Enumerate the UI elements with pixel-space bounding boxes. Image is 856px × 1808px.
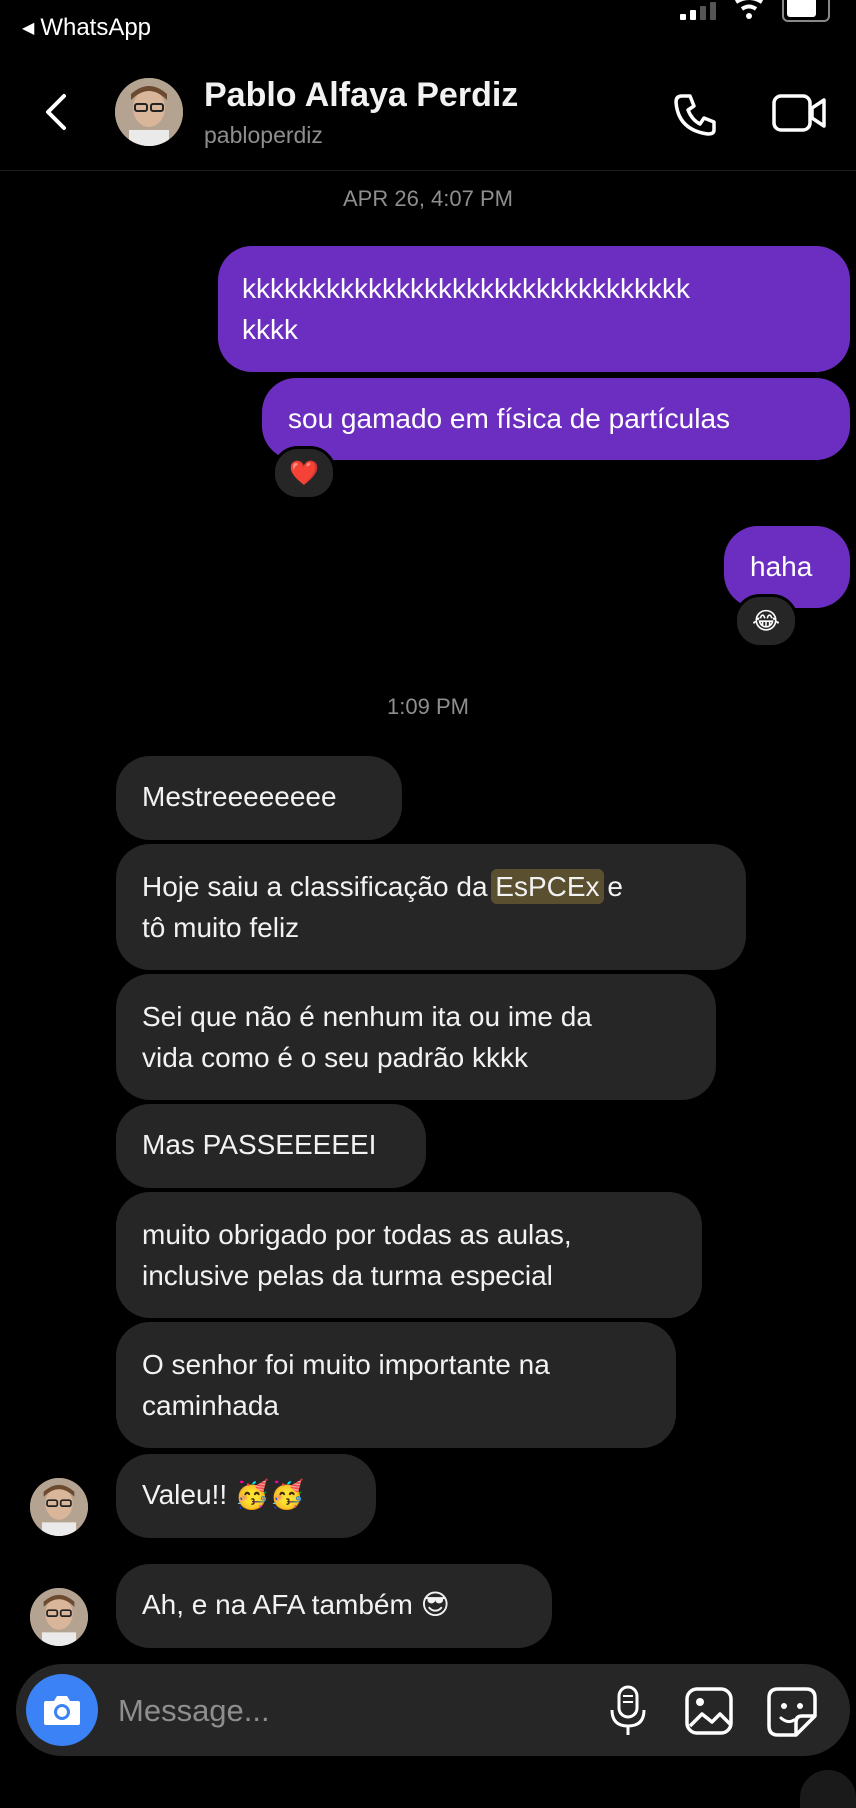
- message-text: Ah, e na AFA também 😎: [142, 1589, 450, 1620]
- sender-avatar[interactable]: [30, 1478, 88, 1536]
- sticker-icon[interactable]: [766, 1686, 818, 1738]
- incoming-message[interactable]: Hoje saiu a classificação da EsPCEx e tô…: [116, 844, 746, 970]
- outgoing-message[interactable]: sou gamado em física de partículas: [262, 378, 850, 460]
- message-text: kkkk: [242, 314, 298, 345]
- message-text: kkkkkkkkkkkkkkkkkkkkkkkkkkkkkkkk: [242, 273, 690, 304]
- battery-icon: [782, 0, 830, 22]
- camera-icon: [44, 1696, 80, 1725]
- incoming-message[interactable]: Valeu!! 🥳🥳: [116, 1454, 376, 1538]
- incoming-message[interactable]: Mas PASSEEEEEI: [116, 1104, 426, 1188]
- back-triangle-icon: ◀: [22, 20, 35, 37]
- message-text: caminhada: [142, 1390, 279, 1421]
- highlighted-term[interactable]: EsPCEx: [491, 869, 604, 904]
- microphone-icon[interactable]: [606, 1684, 650, 1738]
- back-chevron-icon[interactable]: [38, 92, 78, 132]
- back-app-label: WhatsApp: [40, 14, 152, 41]
- message-text: inclusive pelas da turma especial: [142, 1260, 553, 1291]
- incoming-message[interactable]: Sei que não é nenhum ita ou ime da vida …: [116, 974, 716, 1100]
- video-call-icon[interactable]: [772, 92, 826, 134]
- message-text: Hoje saiu a classificação da EsPCEx e: [142, 869, 623, 904]
- gallery-icon[interactable]: [684, 1686, 734, 1736]
- outgoing-message[interactable]: haha: [724, 526, 850, 608]
- message-text: O senhor foi muito importante na: [142, 1349, 550, 1380]
- laugh-reaction[interactable]: 😂: [734, 594, 798, 648]
- message-text: Valeu!! 🥳🥳: [142, 1479, 305, 1510]
- heart-reaction[interactable]: ❤️: [272, 446, 336, 500]
- contact-username: pabloperdiz: [204, 122, 323, 148]
- message-text: sou gamado em física de partículas: [288, 403, 731, 434]
- message-text: muito obrigado por todas as aulas,: [142, 1219, 572, 1250]
- incoming-message[interactable]: O senhor foi muito importante na caminha…: [116, 1322, 676, 1448]
- message-text: Mestreeeeeeee: [142, 781, 337, 812]
- outgoing-message[interactable]: kkkkkkkkkkkkkkkkkkkkkkkkkkkkkkkk kkkk: [218, 246, 850, 372]
- incoming-message[interactable]: Ah, e na AFA também 😎: [116, 1564, 552, 1648]
- camera-button[interactable]: [26, 1674, 98, 1746]
- back-to-app-link[interactable]: ◀ WhatsApp: [22, 14, 151, 42]
- status-icons: [680, 0, 830, 22]
- wifi-icon: [734, 0, 764, 19]
- message-input[interactable]: [116, 1686, 580, 1736]
- message-text: haha: [750, 551, 813, 582]
- contact-avatar[interactable]: [115, 78, 183, 146]
- message-text: Mas PASSEEEEEI: [142, 1129, 377, 1160]
- message-text: vida como é o seu padrão kkkk: [142, 1042, 528, 1073]
- phone-call-icon[interactable]: [672, 90, 720, 138]
- message-text: tô muito feliz: [142, 912, 300, 943]
- incoming-message[interactable]: Mestreeeeeeee: [116, 756, 402, 840]
- contact-name[interactable]: Pablo Alfaya Perdiz: [204, 76, 518, 115]
- timestamp: 1:09 PM: [387, 694, 469, 719]
- scan-text-icon[interactable]: [800, 1770, 856, 1808]
- timestamp: APR 26, 4:07 PM: [343, 186, 513, 211]
- incoming-message[interactable]: muito obrigado por todas as aulas, inclu…: [116, 1192, 702, 1318]
- sender-avatar[interactable]: [30, 1588, 88, 1646]
- message-text: Sei que não é nenhum ita ou ime da: [142, 1001, 592, 1032]
- signal-icon: [680, 0, 716, 20]
